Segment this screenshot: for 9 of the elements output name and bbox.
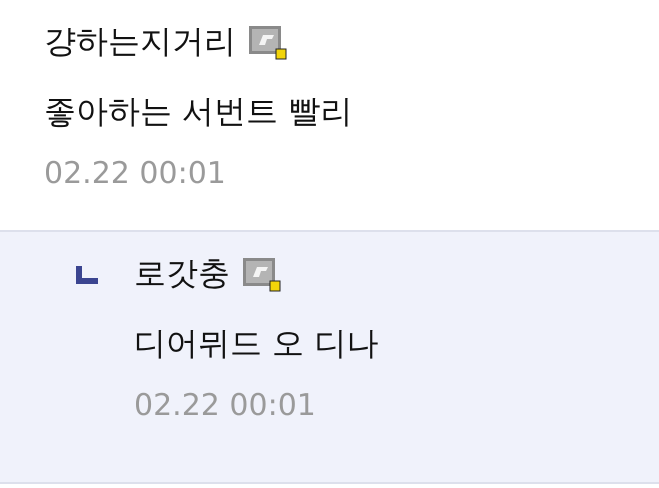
comment-text: 디어뮈드 오 디나	[134, 323, 378, 364]
comment-time: 02.22 00:01	[134, 387, 317, 425]
level-icon	[248, 23, 288, 61]
comment-text: 좋아하는 서번트 빨리	[44, 91, 352, 132]
author-name[interactable]: 로갓충	[134, 252, 230, 296]
comment-time: 02.22 00:01	[44, 155, 227, 193]
reply-icon	[76, 266, 98, 284]
author-name[interactable]: 걍하는지거리	[44, 20, 236, 64]
level-icon	[242, 255, 282, 293]
